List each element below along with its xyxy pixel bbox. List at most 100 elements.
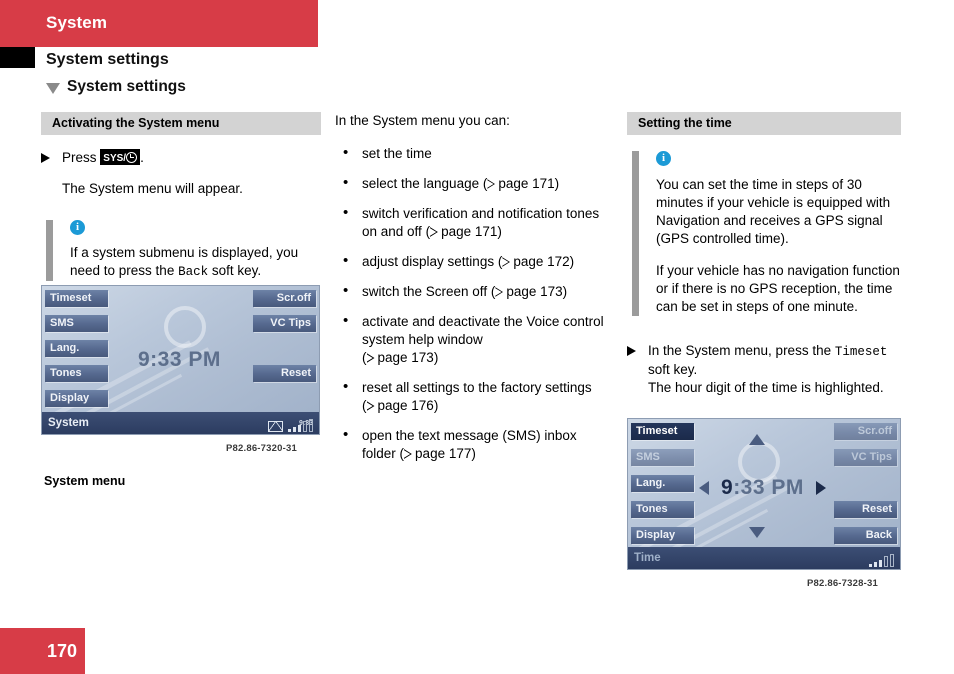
page-ref-label: page 173 bbox=[506, 284, 563, 299]
softkey-display[interactable]: Display bbox=[631, 527, 694, 544]
chevron-down-icon bbox=[46, 82, 60, 94]
section-title: System settings bbox=[46, 51, 169, 68]
list-item: switch verification and notification ton… bbox=[335, 204, 610, 241]
softkey-reset[interactable]: Reset bbox=[253, 365, 316, 382]
page-reference: (page 171) bbox=[425, 224, 502, 239]
right-column: Setting the time i You can set the time … bbox=[627, 112, 901, 397]
figure-system-menu: Timeset SMS Lang. Tones Display Scr.off … bbox=[41, 285, 320, 454]
page-ref-label: page 171 bbox=[441, 224, 498, 239]
note-rule bbox=[632, 151, 639, 316]
info-icon: i bbox=[656, 151, 671, 166]
step-press-sys: Press SYS/. bbox=[41, 149, 321, 167]
screen-status-bar-2: Time bbox=[628, 547, 900, 569]
note-paragraph-2: If your vehicle has no navigation functi… bbox=[656, 263, 900, 314]
arrow-right-icon[interactable] bbox=[816, 481, 826, 495]
page-ref-triangle-icon bbox=[366, 401, 375, 411]
softkey-lang[interactable]: Lang. bbox=[631, 475, 694, 492]
clock-glyph-icon bbox=[126, 151, 138, 163]
page-reference: (page 172) bbox=[497, 254, 575, 269]
step-suffix: soft key. bbox=[648, 362, 698, 377]
figure-code-1: P82.86-7320-31 bbox=[226, 443, 297, 454]
arrow-down-icon[interactable] bbox=[749, 527, 765, 538]
clock-hour-highlighted: 9 bbox=[721, 476, 734, 499]
list-item: adjust display settings (page 172) bbox=[335, 252, 610, 271]
step-press-prefix: Press bbox=[62, 150, 97, 165]
softkey-vctips[interactable]: VC Tips bbox=[253, 315, 316, 332]
page-reference: (page 173) bbox=[362, 350, 439, 365]
status-label: Time bbox=[634, 552, 661, 564]
note-rule bbox=[46, 220, 53, 281]
page-ref-triangle-icon bbox=[502, 257, 511, 267]
head-unit-screen-2: Timeset SMS Lang. Tones Display Scr.off … bbox=[627, 418, 901, 570]
list-item: reset all settings to the factory settin… bbox=[335, 378, 610, 415]
list-item: select the language (page 171) bbox=[335, 174, 610, 193]
page-ref-triangle-icon bbox=[404, 449, 413, 459]
arrow-left-icon[interactable] bbox=[699, 481, 709, 495]
page-reference: (page 171) bbox=[482, 176, 560, 191]
softkey-scroff[interactable]: Scr.off bbox=[834, 423, 897, 440]
bullet-text: adjust display settings bbox=[362, 254, 495, 269]
envelope-icon bbox=[268, 421, 283, 432]
arrow-up-icon[interactable] bbox=[749, 434, 765, 445]
status-icons bbox=[268, 419, 313, 432]
page-ref-label: page 172 bbox=[513, 254, 570, 269]
page-reference: (page 173) bbox=[490, 284, 568, 299]
softkey-display[interactable]: Display bbox=[45, 390, 108, 407]
softkey-scroff[interactable]: Scr.off bbox=[253, 290, 316, 307]
left-column: Activating the System menu Press SYS/. T… bbox=[41, 112, 321, 281]
page-ref-label: page 173 bbox=[377, 350, 434, 365]
page-number: 170 bbox=[46, 640, 77, 661]
bullet-text: reset all settings to the factory settin… bbox=[362, 380, 592, 395]
sys-button-icon: SYS/ bbox=[100, 149, 141, 165]
note-text-b: soft key. bbox=[208, 263, 262, 278]
middle-column: In the System menu you can: set the time… bbox=[335, 112, 610, 475]
subsection-title: System settings bbox=[67, 78, 186, 95]
figure-time-setting: Timeset SMS Lang. Tones Display Scr.off … bbox=[627, 418, 901, 589]
softkey-timeset[interactable]: Timeset bbox=[45, 290, 108, 307]
softkey-timeset[interactable]: Timeset bbox=[631, 423, 694, 440]
page-reference: (page 176) bbox=[362, 398, 439, 413]
figure-code-2: P82.86-7328-31 bbox=[807, 578, 878, 589]
bullet-text: activate and deactivate the Voice contro… bbox=[362, 314, 604, 347]
note-paragraph-1: You can set the time in steps of 30 minu… bbox=[656, 177, 891, 246]
step-press-timeset: In the System menu, press the Timeset so… bbox=[627, 342, 901, 397]
signal-bars-icon bbox=[288, 419, 313, 432]
bullet-text: set the time bbox=[362, 146, 432, 161]
list-item: open the text message (SMS) inbox folder… bbox=[335, 426, 610, 463]
figure-caption-1: System menu bbox=[44, 474, 126, 488]
softkey-tones[interactable]: Tones bbox=[45, 365, 108, 382]
info-icon: i bbox=[70, 220, 85, 235]
screen-clock: 9:33 PM bbox=[721, 476, 804, 500]
note-text: If a system submenu is displayed, you ne… bbox=[70, 244, 321, 281]
softkey-back[interactable]: Back bbox=[834, 527, 897, 544]
step-triangle-icon bbox=[41, 153, 50, 163]
step-press-timeset-text: In the System menu, press the Timeset so… bbox=[648, 342, 901, 397]
softkey-sms[interactable]: SMS bbox=[45, 315, 108, 332]
page-ref-triangle-icon bbox=[487, 179, 496, 189]
step-triangle-icon bbox=[627, 346, 636, 356]
softkey-vctips[interactable]: VC Tips bbox=[834, 449, 897, 466]
page-reference: (page 177) bbox=[399, 446, 476, 461]
softkey-sms[interactable]: SMS bbox=[631, 449, 694, 466]
bullet-text: select the language bbox=[362, 176, 480, 191]
list-item: switch the Screen off (page 173) bbox=[335, 282, 610, 301]
list-item: set the time bbox=[335, 144, 610, 163]
screen-status-bar-1: System 9:33 bbox=[42, 412, 319, 434]
manual-page: System System settings System settings A… bbox=[0, 0, 954, 674]
feature-bullet-list: set the time select the language (page 1… bbox=[335, 144, 610, 463]
head-unit-screen-1: Timeset SMS Lang. Tones Display Scr.off … bbox=[41, 285, 320, 435]
softkey-name: Timeset bbox=[834, 345, 888, 359]
screen-clock: 9:33 PM bbox=[138, 348, 221, 371]
status-label: System bbox=[48, 417, 89, 429]
step-prefix: In the System menu, press the bbox=[648, 343, 835, 358]
note-softkey-name: Back bbox=[178, 265, 209, 279]
subsection-title-row: System settings bbox=[46, 78, 186, 96]
page-ref-triangle-icon bbox=[430, 227, 439, 237]
status-icons bbox=[869, 554, 894, 567]
softkey-tones[interactable]: Tones bbox=[631, 501, 694, 518]
softkey-reset[interactable]: Reset bbox=[834, 501, 897, 518]
page-ref-triangle-icon bbox=[495, 287, 504, 297]
page-ref-label: page 171 bbox=[498, 176, 555, 191]
softkey-lang[interactable]: Lang. bbox=[45, 340, 108, 357]
step-result-text: The System menu will appear. bbox=[62, 181, 243, 196]
